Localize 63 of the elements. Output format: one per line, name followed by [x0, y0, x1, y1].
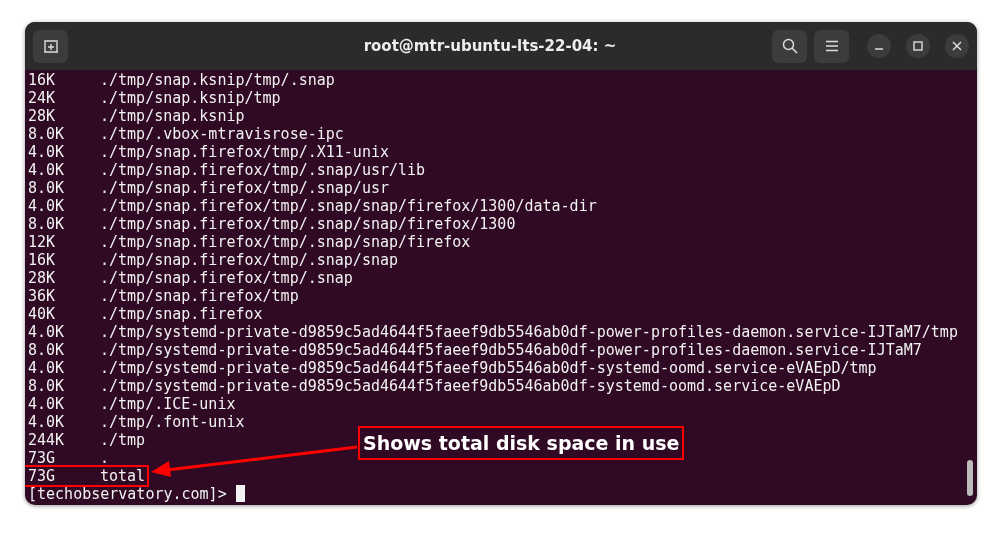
maximize-icon	[913, 41, 923, 51]
size-text: 36K	[28, 287, 57, 305]
cursor	[235, 485, 245, 502]
path-text: ./tmp/snap.firefox/tmp/.snap/usr	[100, 179, 389, 197]
path-text: total	[100, 467, 146, 485]
path-text: ./tmp/snap.firefox/tmp/.snap/snap/firefox/1300/data-dir	[100, 197, 597, 215]
size-text: 73G	[28, 467, 57, 485]
path-text: ./tmp/snap.ksnip/tmp	[100, 89, 281, 107]
path-text: ./tmp/snap.firefox	[100, 305, 263, 323]
path-text: ./tmp/snap.firefox/tmp/.snap/usr/lib	[100, 161, 426, 179]
menu-icon	[824, 40, 839, 52]
new-tab-icon	[42, 38, 59, 54]
size-text: 16K	[28, 251, 57, 269]
new-tab-button[interactable]	[33, 29, 68, 63]
size-text: 8.0K	[28, 125, 66, 143]
size-text: 4.0K	[28, 395, 66, 413]
path-text: ./tmp/.vbox-mtravisrose-ipc	[100, 125, 344, 143]
path-text: ./tmp/systemd-private-d9859c5ad4644f5faeef9db5546ab0df-power-profiles-daemon.service-IJTaM7	[100, 341, 922, 359]
size-text: 8.0K	[28, 179, 66, 197]
size-text: 4.0K	[28, 413, 66, 431]
path-text: ./tmp/snap.ksnip	[100, 107, 245, 125]
prompt-text: [techobservatory.com]>	[28, 485, 227, 503]
size-text: 244K	[28, 431, 66, 449]
search-button[interactable]	[772, 29, 807, 63]
window-title: root@mtr-ubuntu-lts-22-04: ~	[362, 37, 618, 55]
size-text: 24K	[28, 89, 57, 107]
size-text: 8.0K	[28, 215, 66, 233]
size-text: 8.0K	[28, 341, 66, 359]
path-text: ./tmp/snap.firefox/tmp	[100, 287, 299, 305]
size-text: 73G	[28, 449, 57, 467]
path-text: ./tmp/snap.ksnip/tmp/.snap	[100, 71, 335, 89]
size-text: 40K	[28, 305, 57, 323]
path-text: .	[100, 449, 110, 467]
path-text: ./tmp/systemd-private-d9859c5ad4644f5faeef9db5546ab0df-systemd-oomd.service-eVAEpD	[100, 377, 841, 395]
size-text: 4.0K	[28, 143, 66, 161]
size-text: 16K	[28, 71, 57, 89]
path-text: ./tmp/snap.firefox/tmp/.snap/snap/firefox	[100, 233, 471, 251]
path-text: ./tmp/snap.firefox/tmp/.snap	[100, 269, 353, 287]
maximize-button[interactable]	[906, 34, 930, 58]
size-text: 4.0K	[28, 359, 66, 377]
menu-button[interactable]	[814, 29, 849, 63]
scrollbar-thumb[interactable]	[967, 460, 973, 496]
path-text: ./tmp/snap.firefox/tmp/.snap/snap/firefox/1300	[100, 215, 516, 233]
path-text: ./tmp/.ICE-unix	[100, 395, 236, 413]
size-text: 12K	[28, 233, 57, 251]
minimize-icon	[875, 48, 883, 50]
size-text: 4.0K	[28, 197, 66, 215]
path-text: ./tmp/systemd-private-d9859c5ad4644f5faeef9db5546ab0df-systemd-oomd.service-eVAEpD/tmp	[100, 359, 877, 377]
path-text: ./tmp/systemd-private-d9859c5ad4644f5faeef9db5546ab0df-power-profiles-daemon.service-IJTaM7/tmp	[100, 323, 958, 341]
path-text: ./tmp/.font-unix	[100, 413, 245, 431]
close-icon	[952, 41, 962, 51]
callout: Shows total disk space in use	[358, 426, 685, 460]
close-button[interactable]	[945, 34, 969, 58]
minimize-button[interactable]	[867, 34, 891, 58]
size-text: 28K	[28, 269, 57, 287]
size-text: 4.0K	[28, 161, 66, 179]
size-text: 28K	[28, 107, 57, 125]
size-text: 8.0K	[28, 377, 66, 395]
size-text: 4.0K	[28, 323, 66, 341]
path-text: ./tmp	[100, 431, 146, 449]
path-text: ./tmp/snap.firefox/tmp/.X11-unix	[100, 143, 389, 161]
search-icon	[781, 38, 798, 54]
path-text: ./tmp/snap.firefox/tmp/.snap/snap	[100, 251, 398, 269]
